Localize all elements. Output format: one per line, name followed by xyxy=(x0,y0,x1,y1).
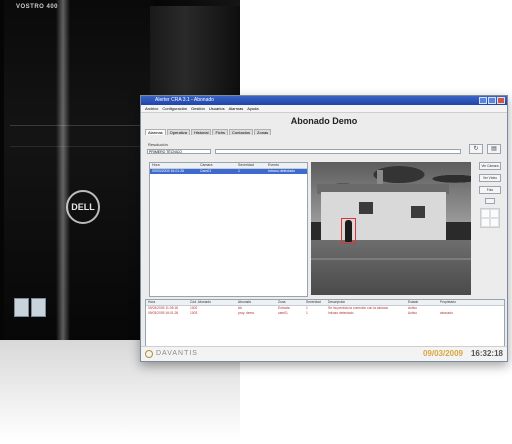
minimize-button[interactable] xyxy=(479,97,487,104)
option-button[interactable] xyxy=(485,198,495,204)
filter-label: Resolución xyxy=(148,142,168,147)
events-col-descripcion[interactable]: Descripción xyxy=(328,300,408,305)
column-severidad[interactable]: Severidad xyxy=(238,163,268,168)
drive-bay xyxy=(10,125,150,147)
resolution-select[interactable]: PRIMERO TÉCNICO xyxy=(147,149,211,154)
window-titlebar[interactable]: Alerter CRA 3.1 - Abonado xyxy=(141,96,507,105)
event-row[interactable]: 09/03/2009 16:01:26 1003 proy. demo cam0… xyxy=(146,311,504,316)
intel-sticker xyxy=(14,298,29,317)
events-col-severidad[interactable]: Severidad xyxy=(306,300,328,305)
event-code: 1003 xyxy=(190,311,198,315)
event-time: 09/03/2009 16:01:26 xyxy=(148,311,179,315)
camera-ground xyxy=(311,240,471,295)
alarm-event: Intruso detectado xyxy=(268,169,296,173)
chart-button[interactable]: ▤ xyxy=(487,144,501,154)
maximize-button[interactable] xyxy=(488,97,496,104)
event-owner: abonado xyxy=(440,311,453,315)
menu-configuracion[interactable]: Configuración xyxy=(162,105,187,112)
tab-alarmas[interactable]: Alarmas xyxy=(145,129,166,135)
alarm-severity: 1 xyxy=(238,169,240,173)
event-zone: cam01 xyxy=(278,311,288,315)
detection-box xyxy=(341,218,356,244)
tab-historial[interactable]: Historial xyxy=(191,129,212,135)
tab-contactos[interactable]: Contactos xyxy=(229,129,254,135)
view-video-button[interactable]: Ver Vídeo xyxy=(479,174,501,182)
brand-name: DAVANTIS xyxy=(156,350,198,357)
filter-bar: Resolución PRIMERO TÉCNICO ↻ ▤ xyxy=(147,142,501,156)
events-col-zona[interactable]: Zona xyxy=(278,300,306,305)
tab-strip: Alarmas Operativa Historial Fichs Contac… xyxy=(141,129,507,135)
page-header: Abonado Demo xyxy=(141,113,507,129)
tab-operativa[interactable]: Operativa xyxy=(166,129,191,135)
refresh-button[interactable]: ↻ xyxy=(469,144,483,154)
alarm-list: Hora Cámara Severidad Evento 09/03/2009 … xyxy=(149,162,308,297)
alarm-time: 09/03/2009 16:01:26 xyxy=(152,169,185,173)
camera-house-window xyxy=(411,206,425,218)
view-camera-button[interactable]: Ver Cámara xyxy=(479,162,501,170)
event-severity: 1 xyxy=(306,311,308,315)
tab-zonas[interactable]: Zonas xyxy=(254,129,272,135)
tower-model-label: VOSTRO 400 xyxy=(16,4,59,10)
menu-archivo[interactable]: Archivo xyxy=(145,105,158,112)
events-col-propietario[interactable]: Propietario xyxy=(440,300,480,305)
menu-ayuda[interactable]: Ayuda xyxy=(247,105,258,112)
camera-house xyxy=(321,192,446,240)
event-subscriber: proy. demo xyxy=(238,311,255,315)
column-evento[interactable]: Evento xyxy=(268,163,306,168)
davantis-logo-icon xyxy=(145,350,153,358)
menu-alarmas[interactable]: Alarmas xyxy=(229,105,244,112)
events-table: Hora Cód. Abonado Abonado Zona Severidad… xyxy=(145,299,505,347)
windows-sticker xyxy=(31,298,46,317)
camera-house-window xyxy=(359,202,373,214)
tab-fichs[interactable]: Fichs xyxy=(212,129,229,135)
events-col-abonado[interactable]: Abonado xyxy=(238,300,278,305)
status-date: 09/03/2009 xyxy=(422,349,463,358)
dell-logo: DELL xyxy=(66,190,100,224)
event-description: Intruso detectado xyxy=(328,311,354,315)
column-camara[interactable]: Cámara xyxy=(200,163,238,168)
events-col-hora[interactable]: Hora xyxy=(146,300,190,305)
close-button[interactable] xyxy=(497,97,505,104)
column-hora[interactable]: Hora xyxy=(150,163,200,168)
app-window: Alerter CRA 3.1 - Abonado Archivo Config… xyxy=(140,95,508,362)
status-bar: DAVANTIS 09/03/2009 16:32:18 xyxy=(141,346,507,361)
menu-bar: Archivo Configuración Gestión Usuarios A… xyxy=(141,105,507,113)
event-status: Activo xyxy=(408,311,417,315)
photo-button[interactable]: Foto xyxy=(479,186,501,194)
events-col-estado[interactable]: Estado xyxy=(408,300,440,305)
filter-input[interactable] xyxy=(215,149,461,154)
tower-front-panel: VOSTRO 400 DELL xyxy=(4,0,150,340)
alarm-camera: Cam01 xyxy=(200,169,212,173)
camera-road-line xyxy=(311,258,471,260)
alarm-row[interactable]: 09/03/2009 16:01:26 Cam01 1 Intruso dete… xyxy=(150,169,307,174)
camera-controls: Ver Cámara Ver Vídeo Foto xyxy=(479,162,501,228)
ptz-pad[interactable] xyxy=(480,208,500,228)
window-title: Alerter CRA 3.1 - Abonado xyxy=(155,97,214,103)
page-title: Abonado Demo xyxy=(290,116,358,126)
camera-view[interactable] xyxy=(311,162,471,295)
menu-gestion[interactable]: Gestión xyxy=(191,105,205,112)
events-col-cod-abonado[interactable]: Cód. Abonado xyxy=(190,300,238,305)
status-time: 16:32:18 xyxy=(470,349,503,358)
gloss-highlight xyxy=(56,0,70,340)
menu-usuarios[interactable]: Usuarios xyxy=(209,105,225,112)
